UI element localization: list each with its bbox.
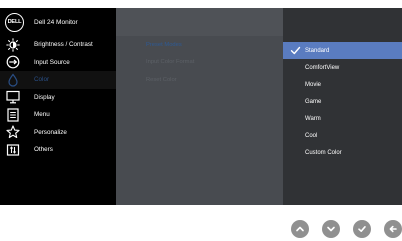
menu-item-label: Personalize (34, 128, 67, 136)
submenu-item-preset-modes[interactable]: Preset Modes (116, 36, 283, 54)
chevron-down-icon (327, 226, 335, 232)
check-icon (290, 46, 301, 55)
option-label: Standard (305, 47, 330, 54)
option-custom-color[interactable]: Custom Color (283, 144, 402, 161)
option-label: Movie (305, 81, 322, 88)
menu-item-label: Brightness / Contrast (34, 41, 93, 49)
option-warm[interactable]: Warm (283, 110, 402, 127)
menu-item-label: Input Source (34, 58, 70, 66)
option-game[interactable]: Game (283, 93, 402, 110)
preset-modes-options-panel: Standard ComfortView Movie Game Warm Coo… (283, 8, 402, 205)
menu-icon (6, 108, 20, 122)
check-icon (358, 226, 366, 232)
nav-down-button[interactable] (322, 220, 340, 238)
menu-item-label: Display (34, 93, 55, 101)
monitor-osd-menu: DELL Dell 24 Monitor Brightness / Contra… (0, 8, 402, 205)
menu-item-label: Menu (34, 111, 50, 119)
color-submenu-panel: Preset Modes Input Color Format Reset Co… (116, 8, 283, 205)
menu-item-input-source[interactable]: Input Source (0, 54, 116, 72)
back-arrow-icon (389, 225, 397, 233)
brightness-icon (6, 38, 20, 52)
option-cool[interactable]: Cool (283, 127, 402, 144)
others-icon (6, 143, 20, 157)
menu-item-color[interactable]: Color (0, 71, 116, 89)
option-standard[interactable]: Standard (283, 42, 402, 59)
submenu-item-reset-color[interactable]: Reset Color (116, 71, 283, 89)
option-label: Cool (305, 132, 318, 139)
menu-item-label: Others (34, 146, 53, 154)
menu-item-menu[interactable]: Menu (0, 106, 116, 124)
menu-item-brightness-contrast[interactable]: Brightness / Contrast (0, 36, 116, 54)
dell-logo: DELL (5, 12, 24, 32)
nav-confirm-button[interactable] (353, 220, 371, 238)
option-label: Custom Color (305, 149, 342, 156)
option-label: ComfortView (305, 64, 340, 71)
menu-item-label: Color (34, 76, 50, 84)
option-comfortview[interactable]: ComfortView (283, 59, 402, 76)
menu-item-display[interactable]: Display (0, 89, 116, 107)
submenu-item-input-color-format[interactable]: Input Color Format (116, 54, 283, 72)
submenu-header-strip (116, 8, 283, 36)
input-source-icon (6, 55, 20, 69)
option-label: Game (305, 98, 322, 105)
nav-up-button[interactable] (291, 220, 309, 238)
main-menu-sidebar: DELL Dell 24 Monitor Brightness / Contra… (0, 8, 116, 205)
color-icon (6, 73, 20, 87)
options-header-spacer (283, 8, 402, 42)
option-label: Warm (305, 115, 321, 122)
display-icon (6, 90, 20, 104)
star-icon (6, 125, 20, 139)
monitor-model-title: Dell 24 Monitor (34, 18, 78, 26)
menu-item-personalize[interactable]: Personalize (0, 124, 116, 142)
brand-header: DELL Dell 24 Monitor (0, 8, 116, 36)
menu-item-others[interactable]: Others (0, 141, 116, 159)
option-movie[interactable]: Movie (283, 76, 402, 93)
chevron-up-icon (296, 226, 304, 232)
nav-back-button[interactable] (384, 220, 402, 238)
